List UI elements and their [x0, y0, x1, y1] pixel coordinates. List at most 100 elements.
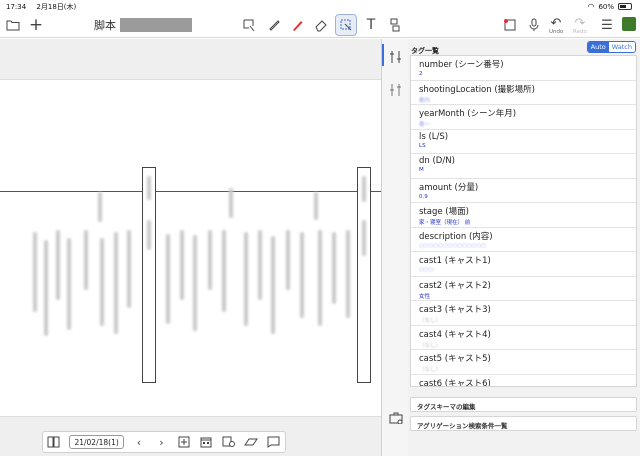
page-search-icon[interactable]	[218, 432, 240, 452]
blurred-text	[362, 176, 366, 202]
main-toolbar: + 脚本 T ↶ Undo ↷ Redo ☰	[0, 12, 640, 38]
text-icon[interactable]: T	[361, 15, 381, 35]
mode-segmented-control[interactable]: Auto Watch	[586, 41, 636, 53]
blurred-text	[314, 192, 318, 220]
tag-value: LS	[419, 142, 426, 149]
blurred-text	[271, 236, 275, 334]
tag-value: 春〜	[419, 122, 431, 128]
next-page-icon[interactable]: ›	[150, 432, 172, 452]
blurred-text	[362, 220, 366, 256]
tag-row[interactable]: cast6 (キャスト6)（なし）	[411, 375, 636, 387]
shapes-icon[interactable]	[385, 15, 405, 35]
tag-tools-icon[interactable]	[387, 48, 404, 65]
mode-watch-button[interactable]: Watch	[608, 42, 635, 52]
tag-row[interactable]: ls (L/S) LS	[411, 130, 636, 154]
blurred-text	[166, 234, 170, 324]
tag-row[interactable]: amount (分量) 0.9	[411, 179, 636, 203]
tag-name: ls (L/S)	[419, 131, 449, 142]
tag-sheet-icon[interactable]	[500, 15, 520, 35]
blurred-text	[222, 230, 226, 312]
tag-value: 家・寝室（現在） 前	[419, 220, 471, 226]
tag-name: number (シーン番号)	[419, 60, 504, 70]
tag-value: M	[419, 167, 424, 173]
battery-icon	[618, 3, 632, 10]
tag-value: 2	[419, 71, 423, 77]
add-page-icon[interactable]	[173, 432, 195, 452]
tag-row[interactable]: cast3 (キャスト3) （なし）	[411, 301, 636, 326]
microphone-icon[interactable]	[524, 15, 544, 35]
date-button[interactable]: 21/02/18(1)	[69, 435, 124, 449]
tag-name: stage (場面)	[419, 207, 469, 217]
tag-row[interactable]: description (内容) ○○○○○○○○○○○○○○	[411, 228, 636, 252]
tag-value: （なし）	[419, 342, 442, 349]
user-avatar[interactable]	[622, 17, 636, 31]
tag-row[interactable]: cast2 (キャスト2) 女性	[411, 277, 636, 301]
tag-value: ○○○○○○○○○○○○○○	[419, 242, 487, 249]
undo-label: Undo	[549, 29, 564, 35]
blurred-text	[147, 220, 151, 250]
wifi-icon: ◠	[587, 2, 595, 11]
tag-row[interactable]: cast1 (キャスト1) ○○○	[411, 252, 636, 277]
status-bar: 17:34 2月18日(木) ◠ 60%	[0, 0, 640, 12]
panel-tab-strip	[381, 39, 408, 456]
tag-name: cast6 (キャスト6)	[419, 378, 491, 387]
aggregation-search-list-button[interactable]: アグリゲーション検索条件一覧	[410, 416, 637, 431]
tag-row[interactable]: cast5 (キャスト5) （なし）	[411, 350, 636, 375]
tag-value: 女性	[419, 293, 431, 300]
tag-name: cast5 (キャスト5)	[419, 354, 491, 364]
tag-name: cast1 (キャスト1)	[419, 256, 491, 266]
blurred-text	[229, 188, 233, 218]
active-tab-indicator	[382, 44, 384, 66]
blurred-text	[180, 230, 184, 300]
tag-row[interactable]: yearMonth (シーン年月) 春〜	[411, 105, 636, 130]
blurred-text	[114, 232, 118, 334]
tag-row[interactable]: dn (D/N) M	[411, 154, 636, 179]
status-date: 2月18日(木)	[36, 3, 77, 11]
lasso-select-icon[interactable]	[239, 15, 259, 35]
tag-row[interactable]: stage (場面) 家・寝室（現在） 前	[411, 203, 636, 228]
tag-name: description (内容)	[419, 231, 493, 242]
tag-name: shootingLocation (撮影場所)	[419, 84, 535, 95]
folder-icon[interactable]	[3, 15, 23, 35]
tag-name: yearMonth (シーン年月)	[419, 109, 517, 119]
marker-icon[interactable]	[287, 15, 307, 35]
previous-page-icon[interactable]: ‹	[128, 432, 150, 452]
tag-list[interactable]: number (シーン番号) 2 shootingLocation (撮影場所) 都内…	[410, 55, 637, 387]
tag-name: cast3 (キャスト3)	[419, 305, 491, 315]
tag-name: cast2 (キャスト2)	[419, 280, 491, 291]
blurred-text	[208, 230, 212, 290]
blurred-text	[300, 232, 304, 318]
eraser-icon[interactable]	[311, 15, 331, 35]
tag-value: 都内	[419, 97, 431, 104]
add-icon[interactable]: +	[26, 15, 46, 35]
menu-icon[interactable]: ☰	[597, 15, 617, 35]
document-canvas[interactable]	[0, 39, 381, 456]
status-time: 17:34	[6, 3, 27, 11]
blurred-text	[346, 230, 350, 318]
toolbox-icon[interactable]	[387, 409, 404, 426]
redacted-title	[120, 18, 192, 32]
tag-tools-alt-icon[interactable]	[387, 81, 404, 98]
blurred-text	[332, 232, 336, 304]
tag-value: （なし）	[419, 367, 442, 373]
calendar-icon[interactable]	[195, 432, 217, 452]
tag-row[interactable]: number (シーン番号) 2	[411, 56, 636, 81]
redo-label: Redo	[573, 29, 587, 35]
tag-select-icon[interactable]	[335, 14, 357, 36]
blurred-text	[147, 176, 151, 200]
blurred-text	[258, 230, 262, 300]
edit-tag-schema-button[interactable]: タグスキーマの編集	[410, 397, 637, 412]
tag-value: ○○○	[419, 267, 434, 273]
bookmarks-icon[interactable]	[43, 432, 65, 452]
tag-value: （なし）	[419, 318, 442, 324]
blurred-text	[67, 238, 71, 330]
tag-row[interactable]: cast4 (キャスト4) （なし）	[411, 326, 636, 350]
pen-icon[interactable]	[264, 15, 284, 35]
tag-value: 0.9	[419, 193, 428, 200]
comment-icon[interactable]	[262, 432, 284, 452]
ruler-icon[interactable]	[240, 432, 262, 452]
tag-row[interactable]: shootingLocation (撮影場所) 都内	[411, 81, 636, 105]
blurred-text	[44, 240, 48, 336]
mode-auto-button[interactable]: Auto	[587, 42, 609, 52]
blurred-text	[286, 230, 290, 290]
